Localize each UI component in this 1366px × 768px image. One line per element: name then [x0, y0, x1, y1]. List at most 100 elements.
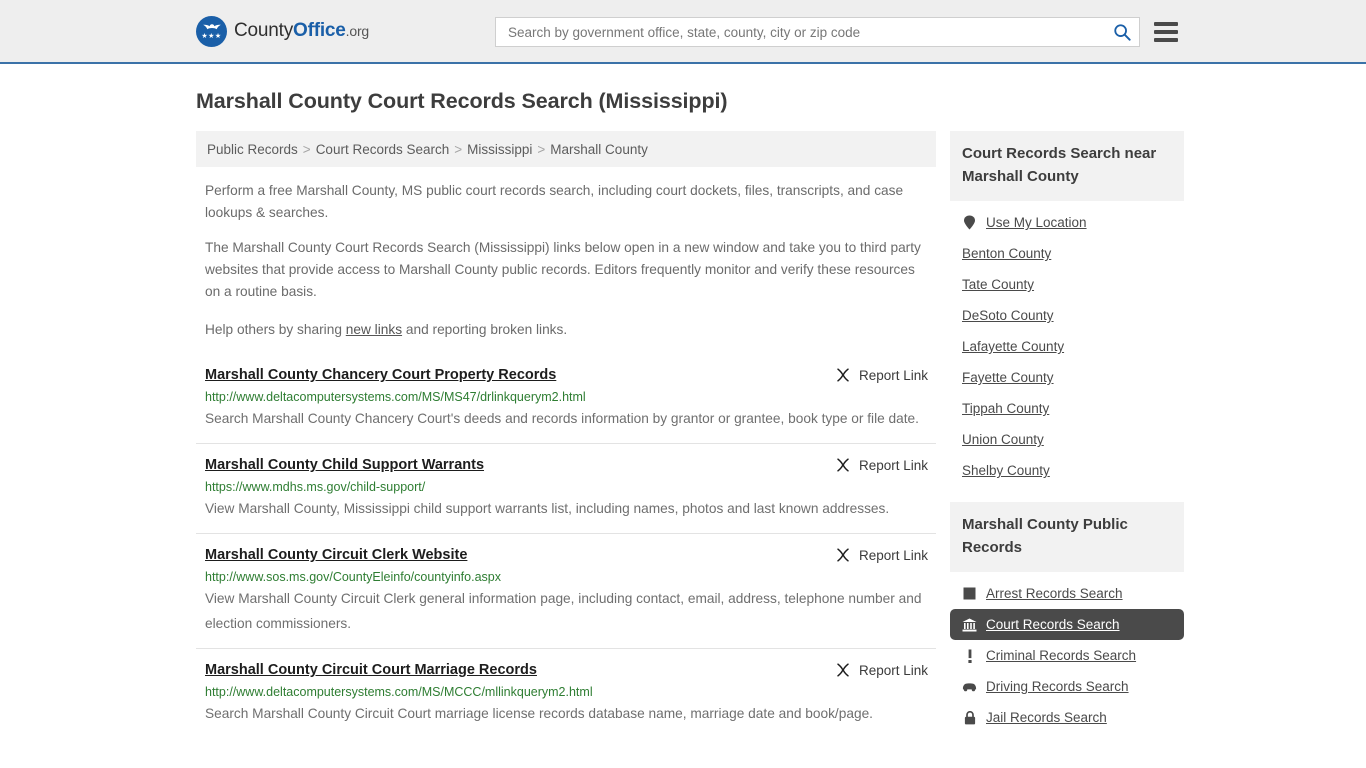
- sidebar-nearby-item[interactable]: Use My Location: [950, 207, 1184, 238]
- result-header: Marshall County Chancery Court Property …: [205, 367, 928, 383]
- breadcrumb-item-1[interactable]: Court Records Search: [316, 142, 450, 157]
- page-title: Marshall County Court Records Search (Mi…: [196, 89, 728, 113]
- sidebar-record-item[interactable]: Driving Records Search: [950, 671, 1184, 702]
- sidebar-nearby-item-label: Tippah County: [962, 401, 1050, 416]
- logo-county: County: [234, 20, 294, 41]
- hamburger-bar-1: [1154, 22, 1178, 26]
- sidebar-record-item[interactable]: Criminal Records Search: [950, 640, 1184, 671]
- result-item: Marshall County Chancery Court Property …: [196, 359, 936, 443]
- result-url: http://www.sos.ms.gov/CountyEleinfo/coun…: [205, 570, 501, 584]
- sidebar-nearby-item-label: Union County: [962, 432, 1044, 447]
- sidebar-record-item-label: Driving Records Search: [986, 679, 1129, 694]
- search-box[interactable]: [495, 17, 1140, 47]
- sidebar-nearby-item[interactable]: DeSoto County: [950, 300, 1184, 331]
- result-description: View Marshall County Circuit Clerk gener…: [205, 591, 922, 631]
- report-link-label: Report Link: [858, 457, 928, 473]
- report-link-label: Report Link: [858, 367, 928, 383]
- public-records-card: Marshall County Public Records Arrest Re…: [950, 502, 1184, 733]
- sidebar-record-item-label: Court Records Search: [986, 617, 1120, 632]
- fingerprint-icon: [963, 587, 976, 600]
- logo-office: Office: [293, 20, 346, 41]
- sidebar-nearby-item[interactable]: Benton County: [950, 238, 1184, 269]
- sidebar: Court Records Search near Marshall Count…: [950, 131, 1184, 749]
- result-title-link[interactable]: Marshall County Chancery Court Property …: [205, 367, 556, 383]
- breadcrumb-separator: >: [537, 141, 546, 157]
- result-description: Search Marshall County Chancery Court's …: [205, 411, 919, 426]
- result-title-link[interactable]: Marshall County Circuit Clerk Website: [205, 547, 467, 563]
- nearby-court-records-card: Court Records Search near Marshall Count…: [950, 131, 1184, 486]
- intro-p3-after: and reporting broken links.: [402, 322, 568, 337]
- breadcrumb-separator: >: [454, 141, 463, 157]
- sidebar-nearby-item-label: Fayette County: [962, 370, 1054, 385]
- eagle-icon: [202, 23, 221, 29]
- report-link-button[interactable]: Report Link: [815, 662, 928, 678]
- unlink-icon: [837, 548, 849, 562]
- sidebar-nearby-item[interactable]: Shelby County: [950, 455, 1184, 486]
- breadcrumb: Public Records > Court Records Search > Miss…: [196, 131, 936, 167]
- sidebar-nearby-item-label: Tate County: [962, 277, 1035, 292]
- content-columns: Public Records > Court Records Search > Miss…: [196, 131, 1184, 749]
- result-item: Marshall County Circuit Clerk Website Rep…: [196, 533, 936, 648]
- result-header: Marshall County Child Support Warrants Re…: [205, 457, 928, 473]
- report-link-button[interactable]: Report Link: [815, 457, 928, 473]
- car-icon: [962, 683, 977, 692]
- sidebar-nearby-item-label: Shelby County: [962, 463, 1050, 478]
- breadcrumb-item-2[interactable]: Mississippi: [467, 142, 532, 157]
- result-item: Marshall County Child Support Warrants Re…: [196, 443, 936, 533]
- result-title-link[interactable]: Marshall County Child Support Warrants: [205, 457, 484, 473]
- site-logo[interactable]: ★★★ CountyOffice.org: [196, 15, 369, 47]
- unlink-icon: [837, 663, 849, 677]
- sidebar-nearby-item[interactable]: Union County: [950, 424, 1184, 455]
- new-links-link[interactable]: new links: [346, 322, 402, 337]
- courthouse-icon: [962, 618, 977, 631]
- sidebar-nearby-item[interactable]: Tate County: [950, 269, 1184, 300]
- sidebar-record-item-label: Arrest Records Search: [986, 586, 1123, 601]
- breadcrumb-item-3[interactable]: Marshall County: [550, 142, 648, 157]
- logo-stars: ★★★: [201, 32, 222, 40]
- report-link-button[interactable]: Report Link: [815, 547, 928, 563]
- site-header: ★★★ CountyOffice.org: [0, 0, 1366, 64]
- sidebar-record-item-label: Jail Records Search: [986, 710, 1107, 725]
- search-input[interactable]: [506, 23, 1113, 41]
- sidebar-nearby-item[interactable]: Lafayette County: [950, 331, 1184, 362]
- header-search-area: [495, 17, 1178, 47]
- hamburger-bar-2: [1154, 30, 1178, 34]
- hamburger-menu-icon[interactable]: [1154, 22, 1178, 42]
- page-container: Marshall County Court Records Search (Mi…: [0, 89, 1366, 749]
- intro-p3-before: Help others by sharing: [205, 322, 346, 337]
- result-url: https://www.mdhs.ms.gov/child-support/: [205, 480, 426, 494]
- sidebar-nearby-item-label: Use My Location: [986, 215, 1087, 230]
- sidebar-record-item-active[interactable]: Court Records Search: [950, 609, 1184, 640]
- result-url: http://www.deltacomputersystems.com/MS/M…: [205, 685, 593, 699]
- intro-text: Perform a free Marshall County, MS publi…: [196, 180, 936, 341]
- public-records-list: Arrest Records Search Court Records Searc…: [950, 572, 1184, 733]
- result-description: View Marshall County, Mississippi child …: [205, 501, 890, 516]
- breadcrumb-item-0[interactable]: Public Records: [207, 142, 298, 157]
- sidebar-nearby-item[interactable]: Fayette County: [950, 362, 1184, 393]
- sidebar-record-item[interactable]: Arrest Records Search: [950, 578, 1184, 609]
- result-url: http://www.deltacomputersystems.com/MS/M…: [205, 390, 586, 404]
- sidebar-nearby-item-label: Lafayette County: [962, 339, 1065, 354]
- results-list: Marshall County Chancery Court Property …: [196, 359, 936, 738]
- exclamation-icon: [962, 648, 977, 663]
- hamburger-bar-3: [1154, 38, 1178, 42]
- result-title-link[interactable]: Marshall County Circuit Court Marriage R…: [205, 662, 537, 678]
- result-header: Marshall County Circuit Court Marriage R…: [205, 662, 928, 678]
- sidebar-nearby-item[interactable]: Tippah County: [950, 393, 1184, 424]
- sidebar-record-item[interactable]: Jail Records Search: [950, 702, 1184, 733]
- lock-icon: [962, 710, 977, 725]
- map-pin-icon: [964, 215, 975, 230]
- main-column: Public Records > Court Records Search > Miss…: [196, 131, 936, 749]
- report-link-button[interactable]: Report Link: [815, 367, 928, 383]
- exclamation-icon: [967, 649, 972, 663]
- intro-paragraph-2: The Marshall County Court Records Search…: [205, 240, 921, 299]
- search-icon[interactable]: [1113, 23, 1131, 41]
- report-link-label: Report Link: [858, 662, 928, 678]
- car-icon: [962, 679, 977, 694]
- result-description: Search Marshall County Circuit Court mar…: [205, 706, 873, 721]
- lock-icon: [964, 710, 975, 724]
- unlink-icon: [837, 368, 849, 382]
- result-item: Marshall County Circuit Court Marriage R…: [196, 648, 936, 738]
- public-records-heading: Marshall County Public Records: [950, 502, 1184, 572]
- fingerprint-icon: [962, 586, 977, 601]
